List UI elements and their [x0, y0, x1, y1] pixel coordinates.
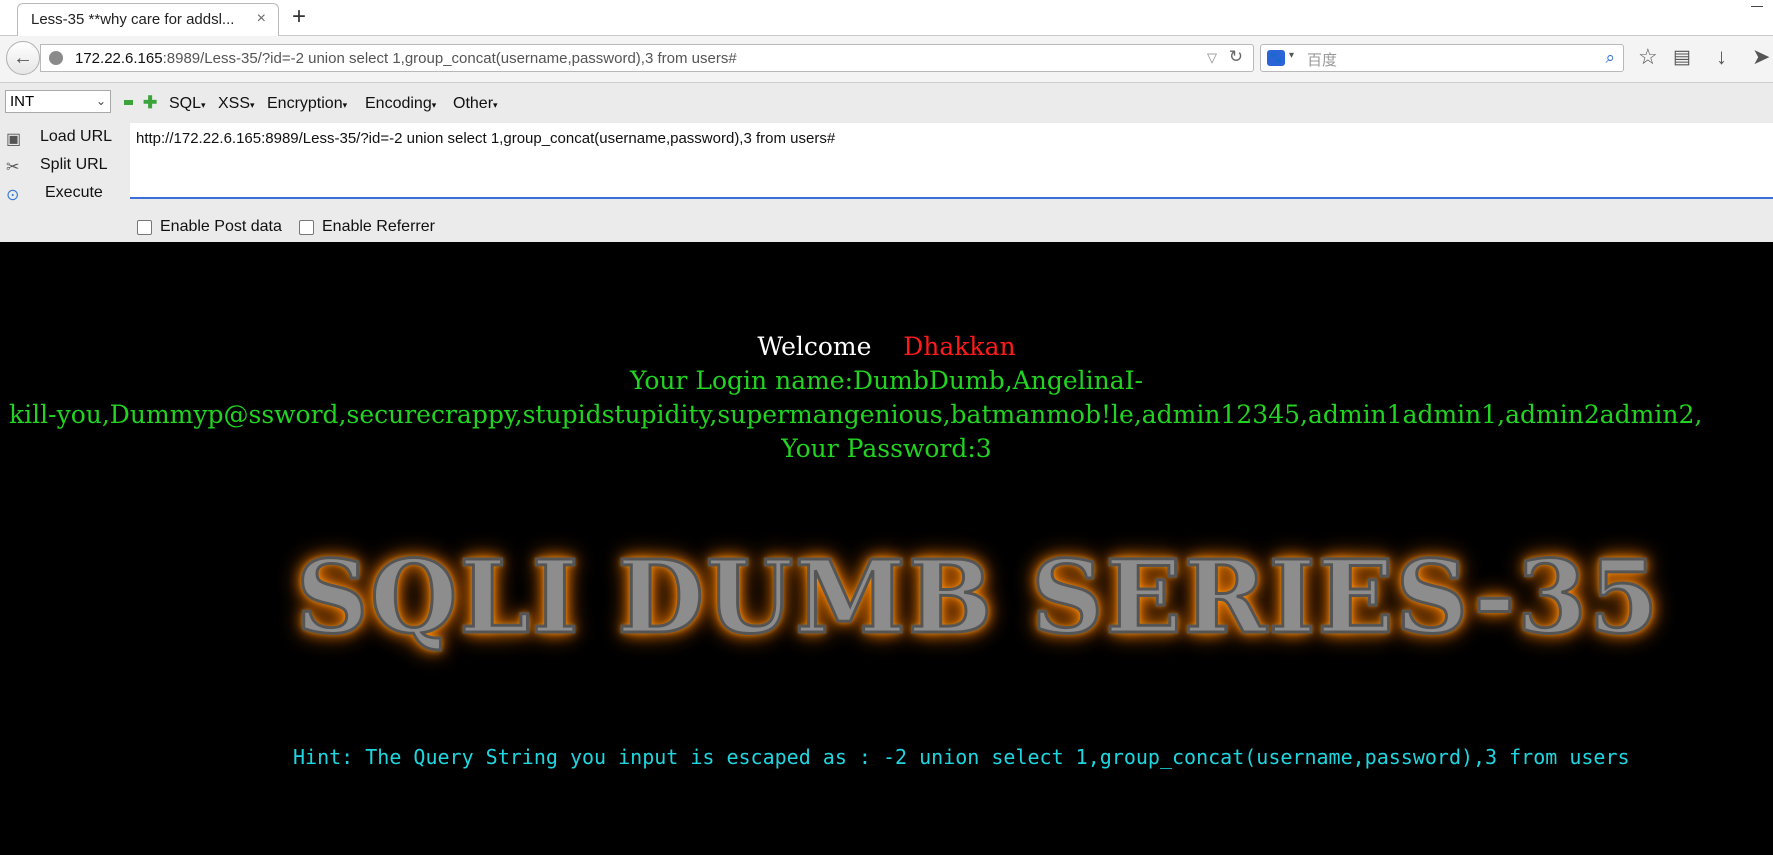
scissors-icon: ✂	[6, 159, 20, 176]
page-content: Welcome Dhakkan Your Login name:DumbDumb…	[0, 242, 1773, 855]
tab-less-35[interactable]: Less-35 **why care for addsl... ×	[17, 3, 279, 36]
menu-other[interactable]: Other▾	[453, 95, 498, 113]
checkbox-box[interactable]	[299, 219, 314, 235]
baidu-icon[interactable]: 🐾	[1267, 50, 1285, 66]
search-engine-dropdown-icon[interactable]: ▾	[1289, 50, 1294, 61]
minimize-icon[interactable]	[1751, 6, 1763, 7]
menu-encoding[interactable]: Encoding▾	[365, 95, 436, 113]
menu-xss[interactable]: XSS▾	[218, 95, 255, 113]
enable-post-checkbox[interactable]: Enable Post data	[137, 218, 282, 236]
back-button[interactable]: ←	[6, 41, 40, 75]
menu-encryption[interactable]: Encryption▾	[267, 95, 347, 113]
type-select-value: INT	[10, 93, 35, 110]
reload-icon[interactable]: ↻	[1229, 47, 1243, 67]
plus-icon[interactable]: ✚	[143, 93, 157, 113]
back-arrow-icon: ←	[13, 46, 33, 69]
execute-button[interactable]: ⊙ Execute	[0, 181, 130, 207]
close-tab-icon[interactable]: ×	[257, 10, 266, 28]
load-url-icon: ▣	[6, 131, 22, 148]
minus-icon[interactable]	[124, 100, 133, 105]
welcome-line: Welcome Dhakkan	[0, 332, 1773, 361]
globe-icon	[49, 51, 63, 65]
url-host: 172.22.6.165	[75, 50, 163, 67]
search-box[interactable]: 🐾 ▾ 百度 ⌕	[1260, 44, 1624, 72]
login-name-line: Your Login name:DumbDumb,AngelinaI-	[630, 366, 1143, 395]
send-icon[interactable]: ➤	[1752, 44, 1770, 70]
welcome-label: Welcome	[757, 332, 872, 361]
hackbar-panel: INT ⌄ ✚ SQL▾ XSS▾ Encryption▾ Encoding▾ …	[0, 82, 1773, 242]
tab-bar: Less-35 **why care for addsl... × +	[0, 0, 1773, 36]
hint-text: Hint: The Query String you input is esca…	[293, 745, 1630, 769]
chevron-down-icon: ⌄	[95, 94, 106, 108]
login-name-continued: kill-you,Dummyp@ssword,securecrappy,stup…	[9, 400, 1703, 429]
address-text[interactable]: 172.22.6.165:8989/Less-35/?id=-2 union s…	[75, 50, 737, 67]
search-placeholder[interactable]: 百度	[1307, 49, 1337, 70]
enable-referrer-checkbox[interactable]: Enable Referrer	[299, 218, 435, 236]
new-tab-icon[interactable]: +	[292, 5, 306, 29]
bookmarks-list-icon[interactable]: ▤	[1673, 46, 1691, 69]
play-icon: ⊙	[6, 187, 20, 204]
load-url-button[interactable]: ▣ Load URL	[0, 125, 130, 151]
type-select[interactable]: INT ⌄	[5, 90, 111, 113]
address-bar[interactable]: 172.22.6.165:8989/Less-35/?id=-2 union s…	[40, 44, 1254, 72]
bookmark-star-icon[interactable]: ☆	[1638, 44, 1658, 70]
search-icon[interactable]: ⌕	[1605, 48, 1615, 68]
url-textarea[interactable]: http://172.22.6.165:8989/Less-35/?id=-2 …	[130, 123, 1773, 199]
navigation-bar: 172.22.6.165:8989/Less-35/?id=-2 union s…	[0, 36, 1773, 82]
password-line: Your Password:3	[781, 434, 992, 463]
tab-title: Less-35 **why care for addsl...	[31, 11, 235, 28]
series-banner: SQLI DUMB SERIES-35	[294, 537, 1661, 658]
checkbox-box[interactable]	[137, 219, 152, 235]
split-url-button[interactable]: ✂ Split URL	[0, 153, 130, 179]
download-icon[interactable]: ↓	[1716, 44, 1727, 70]
url-path: :8989/Less-35/?id=-2 union select 1,grou…	[162, 50, 737, 67]
menu-sql[interactable]: SQL▾	[169, 95, 206, 113]
history-dropdown-icon[interactable]: ▽	[1207, 50, 1217, 66]
welcome-name: Dhakkan	[903, 332, 1016, 361]
